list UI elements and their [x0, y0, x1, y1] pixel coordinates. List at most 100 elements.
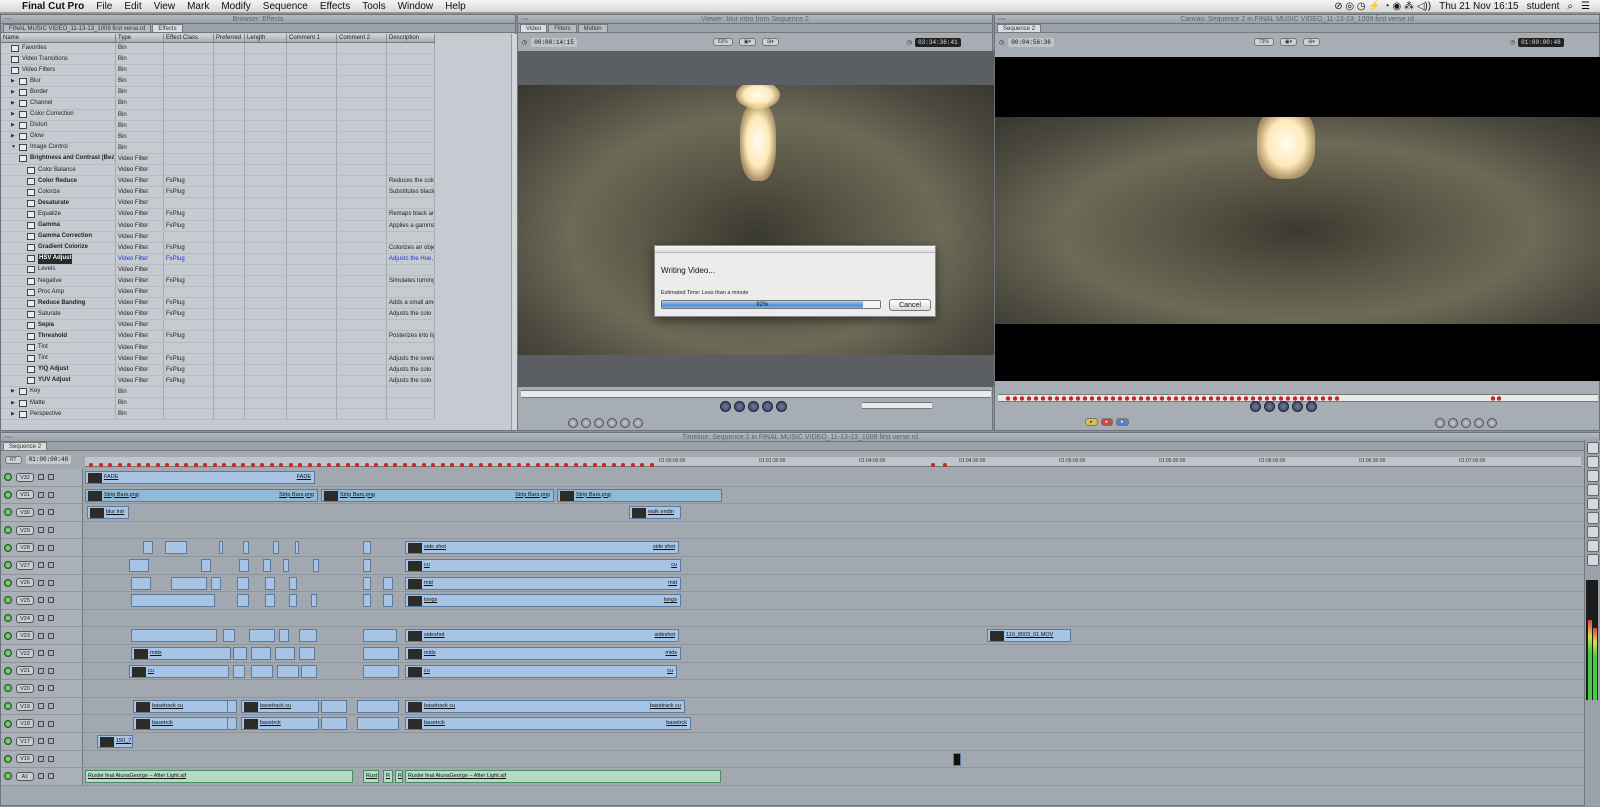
menu-edit[interactable]: Edit	[124, 1, 141, 12]
timeline-marker[interactable]	[212, 463, 217, 467]
crop-tool-icon[interactable]	[1586, 540, 1599, 552]
mark-out-icon[interactable]	[1448, 418, 1458, 428]
window-buttons-icon[interactable]: ◦◦◦	[4, 15, 11, 24]
track-v30[interactable]: V30 blur intr walk endin	[1, 504, 1585, 522]
browser-row[interactable]: ▶ Key Bin	[1, 386, 435, 398]
browser-row[interactable]: Threshold Video Filter FxPlug Posterizes in…	[1, 331, 435, 343]
track-v17[interactable]: V17 150_7	[1, 733, 1585, 751]
timeline-marker[interactable]	[630, 463, 635, 467]
sequence-marker[interactable]	[1124, 396, 1130, 401]
timeline-clip-fragment[interactable]	[277, 664, 299, 678]
timeline-marker[interactable]	[564, 463, 568, 467]
auto-select-icon[interactable]	[48, 738, 54, 745]
timeline-clip[interactable]: R	[383, 770, 393, 784]
add-marker-icon[interactable]	[1461, 418, 1471, 428]
sequence-marker[interactable]	[1061, 396, 1067, 401]
timeline-marker[interactable]	[260, 463, 264, 467]
timeline-marker[interactable]	[469, 463, 473, 467]
track-name[interactable]: V32	[16, 472, 34, 482]
track-v19[interactable]: V19 basetrack cu basetrack cu basetrack cu b…	[1, 697, 1585, 716]
timeline-clip-fragment[interactable]	[251, 647, 271, 660]
canvas-titlebar[interactable]: ◦◦◦ Canvas: Sequence 2 in FINAL MUSIC VID…	[995, 15, 1599, 24]
auto-select-icon[interactable]	[48, 755, 54, 762]
tab-effects[interactable]: Effects	[152, 24, 183, 32]
track-v18[interactable]: V18 basetrck basetrck basetrck basetrck	[1, 715, 1585, 733]
pen-tool-icon[interactable]	[1586, 554, 1599, 566]
timeline-marker[interactable]	[573, 463, 578, 467]
timeline-marker[interactable]	[193, 463, 198, 467]
sequence-marker[interactable]	[1054, 396, 1060, 401]
browser-row[interactable]: ▼ Image Control Bin	[1, 142, 435, 154]
window-buttons-icon[interactable]: ◦◦◦	[998, 15, 1005, 24]
track-name[interactable]: V31	[16, 490, 34, 500]
viewer-zoom-popup[interactable]: 63%	[712, 38, 733, 46]
track-visibility-icon[interactable]	[4, 596, 12, 605]
timeline-clip[interactable]: FADE FADE	[85, 471, 315, 484]
prev-edit-icon[interactable]	[1250, 401, 1261, 412]
timeline-marker[interactable]	[931, 463, 935, 467]
notification-icon[interactable]: ☰	[1581, 1, 1590, 12]
timeline-clip[interactable]: basetrck basetrck	[405, 717, 691, 731]
rt-popup[interactable]: RT	[5, 455, 22, 464]
timeline-clip[interactable]: cu	[129, 664, 229, 678]
browser-row[interactable]: ▶ Glow Bin	[1, 131, 435, 143]
track-name[interactable]: V22	[16, 648, 34, 658]
sequence-marker[interactable]	[1496, 396, 1502, 401]
menu-tools[interactable]: Tools	[362, 1, 385, 12]
track-a1[interactable]: A1 Rustie feat AlunaGeorge – After Light.…	[1, 768, 1585, 786]
browser-row[interactable]: Saturate Video Filter FxPlug Adjusts the co…	[1, 309, 435, 321]
browser-row[interactable]: Tint Video Filter	[1, 342, 435, 354]
sequence-marker[interactable]	[1243, 396, 1249, 401]
timeline-clip-fragment[interactable]	[233, 647, 247, 660]
sequence-marker[interactable]	[1068, 396, 1074, 401]
sequence-marker[interactable]	[1089, 396, 1095, 401]
track-lock-icon[interactable]	[38, 562, 44, 569]
insert-icon[interactable]: ▸	[1085, 418, 1098, 426]
track-visibility-icon[interactable]	[4, 719, 12, 728]
auto-select-icon[interactable]	[48, 720, 54, 727]
track-v16[interactable]: V16	[1, 750, 1585, 769]
timeline-clip-fragment[interactable]	[363, 576, 371, 590]
menu-window[interactable]: Window	[398, 1, 434, 12]
timeline-marker[interactable]	[621, 463, 625, 467]
timeline-clip[interactable]: Strip Bars.png Strip Bars.png	[85, 488, 318, 502]
tab-project[interactable]: FINAL MUSIC VIDEO_11-13-13_1009 first ve…	[3, 24, 152, 32]
auto-select-icon[interactable]	[48, 703, 54, 710]
timeline-clip-fragment[interactable]	[165, 541, 187, 555]
disclosure-triangle-icon[interactable]: ▶	[11, 387, 19, 397]
timeline-marker[interactable]	[488, 463, 492, 467]
browser-row[interactable]: ▶ Perspective Bin	[1, 409, 435, 421]
sequence-marker[interactable]	[1215, 396, 1221, 401]
timeline-marker[interactable]	[203, 463, 207, 467]
sequence-marker[interactable]	[1194, 396, 1200, 401]
timeline-marker[interactable]	[165, 463, 169, 467]
browser-row[interactable]: HSV Adjust Video Filter FxPlug Adjusts the …	[1, 253, 435, 265]
timeline-marker[interactable]	[279, 463, 283, 467]
auto-select-icon[interactable]	[48, 474, 54, 481]
timeline-marker[interactable]	[155, 463, 160, 467]
timeline-marker[interactable]	[89, 463, 93, 467]
track-v25[interactable]: V25 longs longs	[1, 592, 1585, 610]
timeline-clip-fragment[interactable]	[223, 629, 235, 643]
timeline-marker[interactable]	[241, 463, 245, 467]
timeline-clip[interactable]: cu cu	[405, 559, 681, 572]
track-name[interactable]: V19	[16, 701, 34, 711]
track-v22[interactable]: V22 mids mids mids	[1, 645, 1585, 663]
sequence-marker[interactable]	[1490, 396, 1496, 401]
spotlight-icon[interactable]: ⌕	[1567, 1, 1573, 12]
auto-select-icon[interactable]	[48, 597, 54, 604]
browser-row[interactable]: YIQ Adjust Video Filter FxPlug Adjusts the …	[1, 364, 435, 376]
timeline-marker[interactable]	[117, 463, 122, 467]
menu-mark[interactable]: Mark	[187, 1, 209, 12]
timeline-marker[interactable]	[516, 463, 521, 467]
sequence-marker[interactable]	[1096, 396, 1102, 401]
sequence-marker[interactable]	[1159, 396, 1165, 401]
track-lock-icon[interactable]	[38, 474, 44, 481]
track-visibility-icon[interactable]	[4, 543, 12, 552]
canvas-view-popup[interactable]: ▣▾	[1279, 38, 1298, 46]
roll-tool-icon[interactable]	[1586, 484, 1599, 496]
tab-motion[interactable]: Motion	[577, 24, 608, 32]
browser-row[interactable]: Sepia Video Filter	[1, 320, 435, 332]
browser-row[interactable]: Gradient Colorize Video Filter FxPlug Color…	[1, 242, 435, 254]
track-lock-icon[interactable]	[38, 703, 44, 710]
